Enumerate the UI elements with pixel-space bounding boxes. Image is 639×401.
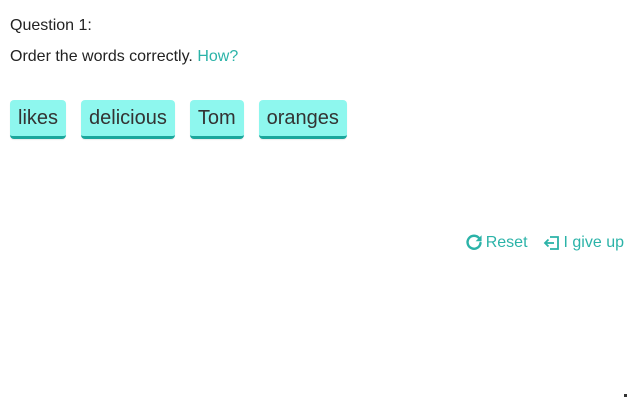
word-tile[interactable]: oranges (258, 100, 347, 139)
reset-button[interactable]: Reset (465, 232, 528, 254)
give-up-label: I give up (563, 234, 624, 251)
how-link[interactable]: How? (197, 48, 238, 65)
resize-handle (624, 394, 627, 397)
rotate-cw-icon (465, 234, 483, 252)
instruction-text: Order the words correctly. How? (10, 47, 238, 67)
reset-label: Reset (485, 234, 528, 251)
word-tile[interactable]: likes (10, 100, 67, 139)
controls: Reset I give up (465, 232, 624, 254)
word-bank: likes delicious Tom oranges (10, 100, 347, 139)
instruction-label: Order the words correctly. (10, 48, 193, 65)
word-tile[interactable]: delicious (81, 100, 175, 139)
question-label: Question 1: (10, 17, 92, 34)
exercise-page: Question 1: Order the words correctly. H… (0, 0, 639, 401)
word-tile[interactable]: Tom (189, 100, 244, 139)
give-up-button[interactable]: I give up (543, 232, 624, 254)
sign-out-icon (543, 234, 561, 252)
